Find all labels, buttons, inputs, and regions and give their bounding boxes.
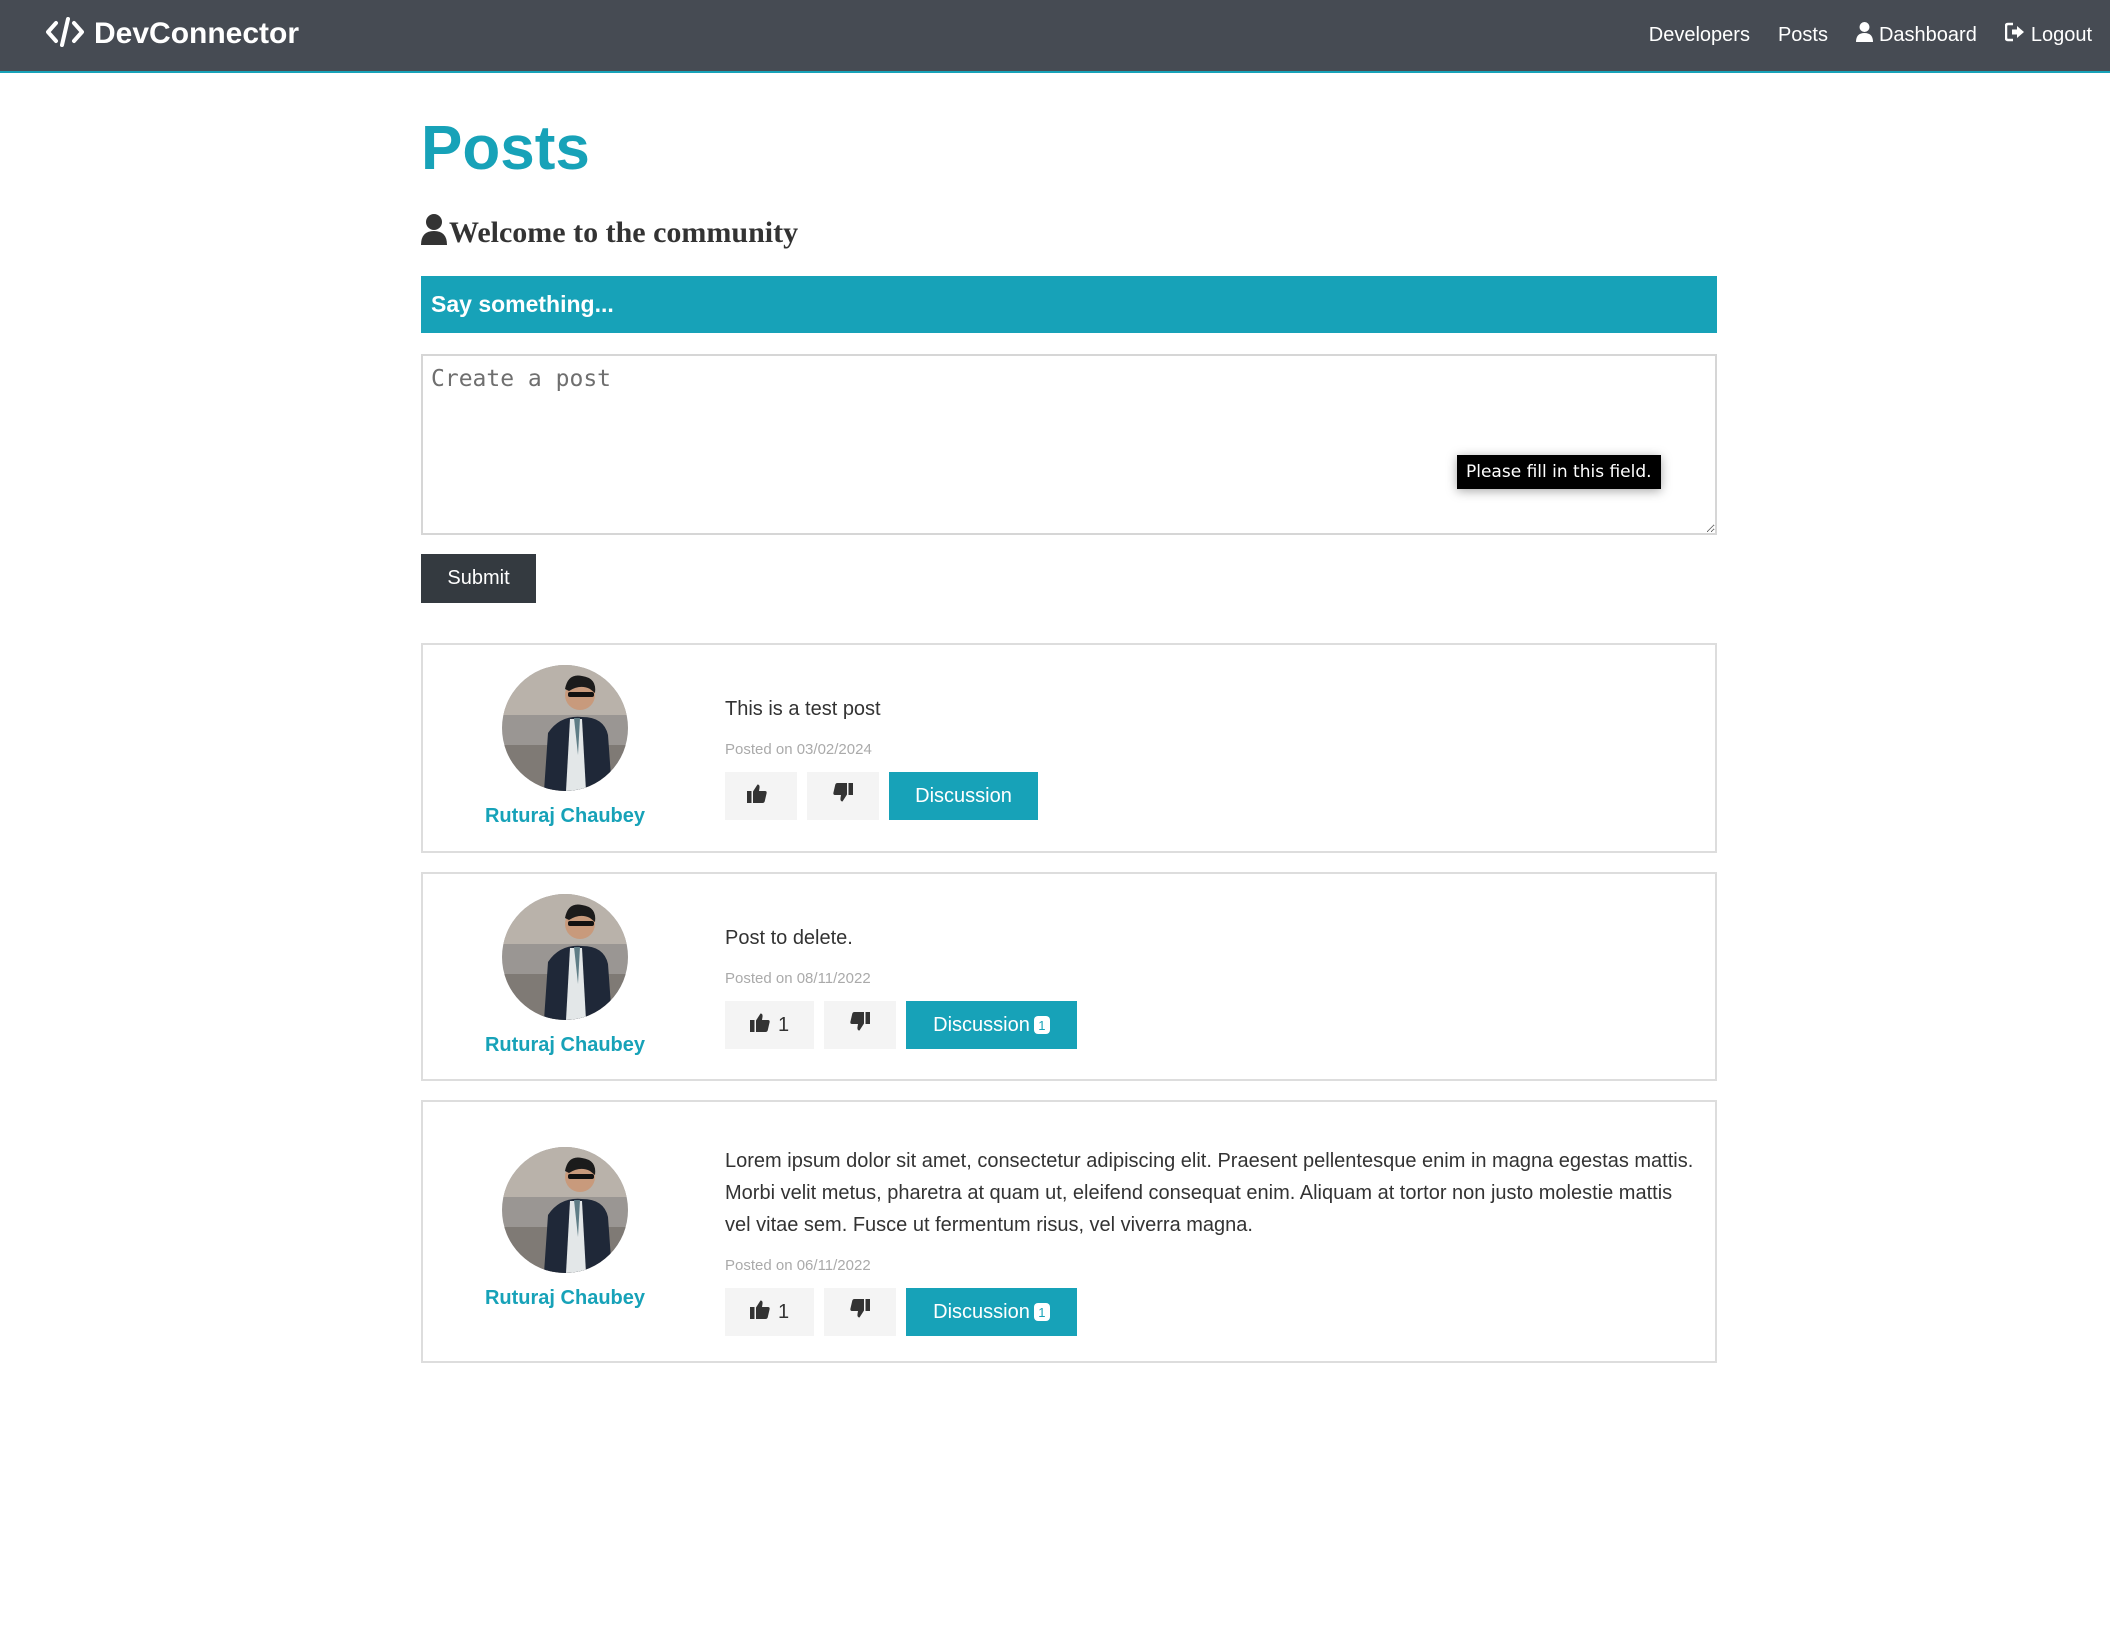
brand-name: DevConnector <box>94 17 300 50</box>
code-icon <box>46 16 84 52</box>
post-item: Ruturaj Chaubey This is a test post Post… <box>421 643 1717 853</box>
avatar <box>502 894 628 1020</box>
nav-link-dashboard[interactable]: Dashboard <box>1855 22 1977 48</box>
post-actions: 1 Discussion 1 <box>725 1288 1700 1336</box>
post-author[interactable]: Ruturaj Chaubey <box>423 894 707 1057</box>
post-form-header: Say something... <box>421 276 1717 333</box>
avatar <box>502 1147 628 1273</box>
user-icon <box>421 213 447 253</box>
post-text: This is a test post <box>725 698 881 720</box>
nav-link-logout[interactable]: Logout <box>2004 22 2092 48</box>
like-button[interactable]: 1 <box>725 1001 814 1049</box>
thumbs-down-icon <box>833 783 853 809</box>
avatar <box>502 665 628 791</box>
post-text: Post to delete. <box>725 927 853 949</box>
navbar: DevConnector Developers Posts Dashboard … <box>0 0 2110 73</box>
nav-link-label: Posts <box>1777 23 1828 46</box>
like-count: 1 <box>777 1013 790 1036</box>
submit-button[interactable]: Submit <box>421 554 536 603</box>
post-textarea[interactable] <box>421 354 1717 535</box>
discussion-label: Discussion <box>915 784 1012 807</box>
author-name: Ruturaj Chaubey <box>484 805 646 827</box>
nav-link-label: Logout <box>2030 23 2092 46</box>
validation-tooltip-text: Please fill in this field. <box>1466 462 1652 482</box>
brand-link[interactable]: DevConnector <box>46 14 299 54</box>
post-date: Posted on 03/02/2024 <box>725 741 872 758</box>
post-author[interactable]: Ruturaj Chaubey <box>423 1147 707 1310</box>
thumbs-up-icon <box>749 1299 770 1325</box>
nav-link-developers[interactable]: Developers <box>1649 24 1750 47</box>
discussion-button[interactable]: Discussion 1 <box>906 1001 1077 1049</box>
nav-link-posts[interactable]: Posts <box>1778 24 1828 47</box>
post-item: Ruturaj Chaubey Post to delete. Posted o… <box>421 872 1717 1081</box>
like-button[interactable] <box>725 772 797 820</box>
author-name: Ruturaj Chaubey <box>484 1287 646 1309</box>
discussion-button[interactable]: Discussion 1 <box>906 1288 1077 1336</box>
lead-text: Welcome to the community <box>421 213 798 253</box>
thumbs-up-icon <box>749 1012 770 1038</box>
post-text: Lorem ipsum dolor sit amet, consectetur … <box>725 1150 1694 1236</box>
post-actions: 1 Discussion 1 <box>725 1001 1700 1049</box>
author-name: Ruturaj Chaubey <box>484 1034 646 1056</box>
post-body: This is a test post Posted on 03/02/2024… <box>725 693 1700 820</box>
post-form-header-label: Say something... <box>431 291 614 317</box>
validation-tooltip: Please fill in this field. <box>1457 455 1661 489</box>
post-actions: Discussion <box>725 772 1700 820</box>
like-button[interactable]: 1 <box>725 1288 814 1336</box>
lead-label: Welcome to the community <box>449 216 799 249</box>
nav-link-label: Developers <box>1648 23 1750 46</box>
discussion-label: Discussion <box>933 1013 1030 1036</box>
post-date: Posted on 06/11/2022 <box>725 1257 871 1274</box>
discussion-button[interactable]: Discussion <box>889 772 1038 820</box>
discussion-label: Discussion <box>933 1300 1030 1323</box>
user-icon <box>1855 22 1873 48</box>
comment-count-badge: 1 <box>1033 1303 1050 1321</box>
thumbs-down-icon <box>850 1012 870 1038</box>
post-date: Posted on 08/11/2022 <box>725 970 871 987</box>
post-body: Post to delete. Posted on 08/11/2022 1 D… <box>725 922 1700 1049</box>
post-item: Ruturaj Chaubey Lorem ipsum dolor sit am… <box>421 1100 1717 1363</box>
sign-out-icon <box>2004 22 2025 48</box>
nav-links: Developers Posts Dashboard Logout <box>1621 0 2092 70</box>
comment-count-badge: 1 <box>1033 1016 1050 1034</box>
like-count: 1 <box>777 1300 790 1323</box>
nav-link-label: Dashboard <box>1878 23 1977 46</box>
thumbs-down-icon <box>850 1299 870 1325</box>
unlike-button[interactable] <box>824 1001 896 1049</box>
page-title: Posts <box>421 114 590 183</box>
unlike-button[interactable] <box>807 772 879 820</box>
post-author[interactable]: Ruturaj Chaubey <box>423 665 707 828</box>
post-body: Lorem ipsum dolor sit amet, consectetur … <box>725 1145 1700 1336</box>
thumbs-up-icon <box>747 783 767 809</box>
unlike-button[interactable] <box>824 1288 896 1336</box>
